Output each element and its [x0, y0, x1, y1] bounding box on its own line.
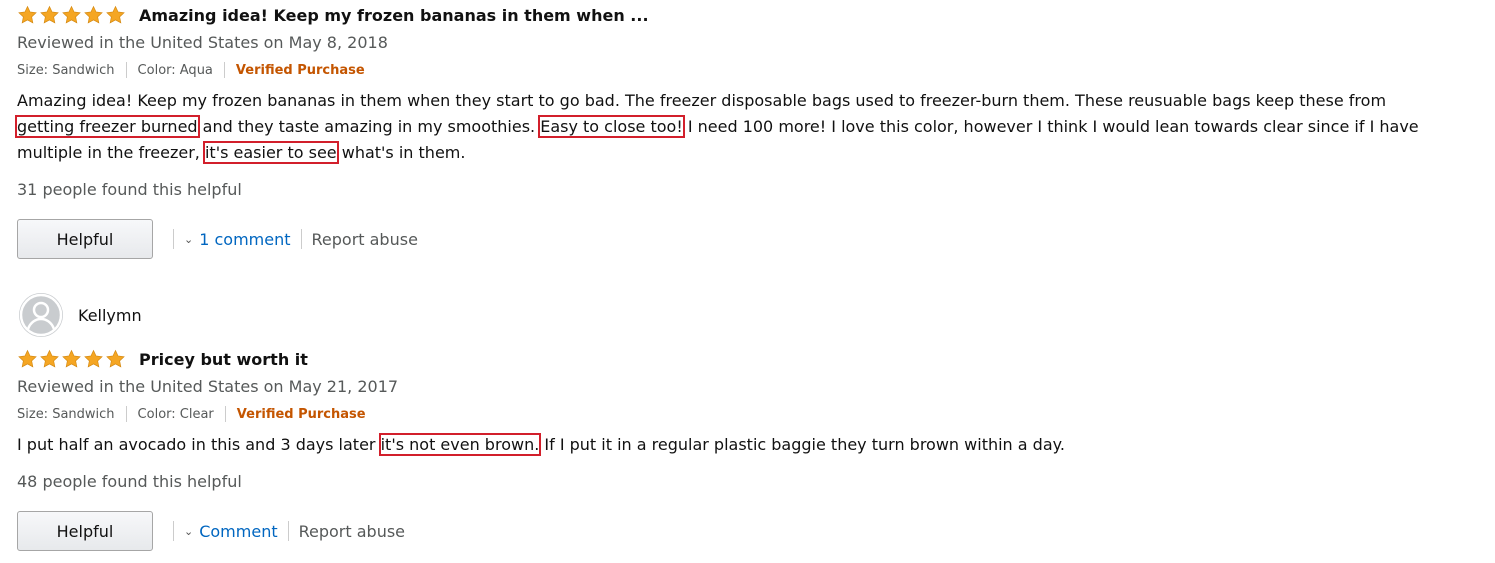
review-text-segment: If I put it in a regular plastic baggie …	[539, 435, 1065, 454]
verified-purchase-badge: Verified Purchase	[236, 406, 366, 422]
review-text-segment: what's in them.	[336, 143, 466, 162]
report-abuse-link[interactable]: Report abuse	[299, 522, 405, 541]
meta-divider	[224, 406, 226, 422]
chevron-down-icon: ⌄	[184, 232, 194, 246]
avatar[interactable]	[19, 293, 63, 337]
review-date: Reviewed in the United States on May 21,…	[17, 377, 399, 396]
helpful-button[interactable]: Helpful	[17, 511, 153, 551]
helpful-count: 48 people found this helpful	[17, 472, 242, 491]
size-label[interactable]: Size: Sandwich	[17, 407, 115, 422]
color-label: Color: Aqua	[137, 62, 213, 78]
verified-purchase-badge: Verified Purchase	[235, 62, 365, 78]
action-divider	[173, 521, 174, 541]
reviewer-profile[interactable]: Kellymn	[17, 292, 1477, 338]
highlighted-phrase: Easy to close too!	[538, 115, 685, 138]
star-icon	[62, 5, 81, 24]
user-icon	[19, 293, 63, 337]
report-abuse-link[interactable]: Report abuse	[312, 230, 418, 249]
star-rating[interactable]	[17, 349, 127, 369]
star-icon	[106, 5, 125, 24]
star-rating[interactable]	[17, 5, 127, 25]
star-icon	[62, 349, 81, 368]
highlighted-phrase: it's easier to see	[202, 141, 339, 164]
size-label[interactable]: Size: Sandwich	[17, 63, 115, 78]
comment-link[interactable]: ⌄ Comment	[184, 522, 278, 541]
star-icon	[106, 349, 125, 368]
star-icon	[40, 349, 59, 368]
star-icon	[18, 349, 37, 368]
review-title-row: Amazing idea! Keep my frozen bananas in …	[17, 0, 1477, 30]
meta-divider	[125, 62, 127, 78]
review-2: Kellymn Pricey but worth it Reviewed in …	[17, 292, 1477, 552]
helpful-count: 31 people found this helpful	[17, 180, 242, 199]
star-icon	[84, 5, 103, 24]
highlighted-phrase: getting freezer burned	[15, 115, 200, 138]
review-date: Reviewed in the United States on May 8, …	[17, 33, 388, 52]
review-actions: Helpful ⌄ 1 comment Report abuse	[17, 218, 1477, 260]
helpful-button[interactable]: Helpful	[17, 219, 153, 259]
review-text-segment: Amazing idea! Keep my frozen bananas in …	[17, 91, 1387, 110]
review-title[interactable]: Amazing idea! Keep my frozen bananas in …	[139, 6, 649, 25]
review-meta: Size: Sandwich Color: Clear Verified Pur…	[17, 400, 1477, 428]
star-icon	[18, 5, 37, 24]
comments-label: 1 comment	[199, 229, 291, 249]
review-body: I put half an avocado in this and 3 days…	[17, 432, 1447, 458]
review-actions: Helpful ⌄ Comment Report abuse	[17, 510, 1477, 552]
review-meta: Size: Sandwich Color: Aqua Verified Purc…	[17, 56, 1477, 84]
review-text-segment: I put half an avocado in this and 3 days…	[17, 435, 381, 454]
star-icon	[84, 349, 103, 368]
comments-link[interactable]: ⌄ 1 comment	[184, 230, 291, 249]
highlighted-phrase: it's not even brown.	[378, 433, 542, 456]
color-label: Color: Clear	[137, 406, 214, 422]
star-icon	[40, 5, 59, 24]
review-title[interactable]: Pricey but worth it	[139, 350, 308, 369]
action-divider	[173, 229, 174, 249]
review-title-row: Pricey but worth it	[17, 344, 1477, 374]
meta-divider	[223, 62, 225, 78]
reviewer-name[interactable]: Kellymn	[78, 306, 142, 325]
review-text-segment: and they taste amazing in my smoothies.	[197, 117, 541, 136]
action-divider	[300, 229, 302, 249]
comment-label: Comment	[199, 521, 278, 541]
chevron-down-icon: ⌄	[184, 524, 194, 538]
review-body: Amazing idea! Keep my frozen bananas in …	[15, 88, 1447, 166]
review-1: Amazing idea! Keep my frozen bananas in …	[15, 0, 1477, 260]
action-divider	[287, 521, 289, 541]
meta-divider	[125, 406, 127, 422]
